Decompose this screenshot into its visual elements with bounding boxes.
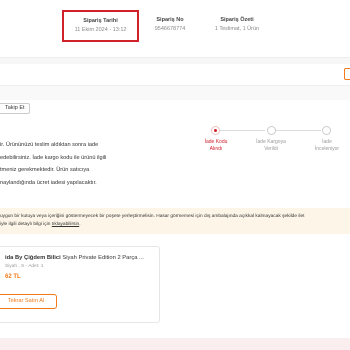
packaging-warning: uygun bir kutuya veya içeriğini gösterme… xyxy=(0,208,350,234)
product-brand: ida By Çiğdem Bilici xyxy=(5,255,61,261)
product-card: ida By Çiğdem Bilici Siyah Private Editi… xyxy=(0,246,160,323)
order-number-value: 9546678774 xyxy=(154,25,186,32)
step-label-shipped: İade Kargoya Verildi xyxy=(256,139,286,152)
bottom-section xyxy=(0,338,350,350)
track-button[interactable]: Takip Et xyxy=(0,103,30,114)
description-line: naylandığında ücret iadesi yapılacaktır. xyxy=(0,179,97,186)
order-date-value: 11 Ekim 2024 - 13:12 xyxy=(74,26,127,33)
progress-connector xyxy=(276,130,321,131)
step-dot xyxy=(322,126,331,135)
warning-line-2: iyle ilgili detaylı bilgi için tıklayabi… xyxy=(0,222,81,227)
return-description: ir. Ürününüzü teslim aldıktan sonra iade… xyxy=(0,139,135,189)
order-date-label: Sipariş Tarihi xyxy=(83,18,118,24)
product-title[interactable]: ida By Çiğdem Bilici Siyah Private Editi… xyxy=(5,254,144,262)
step-dot-active xyxy=(211,126,220,135)
order-number: Sipariş No 9546678774 xyxy=(144,16,196,33)
progress-connector xyxy=(220,130,265,131)
step-dot xyxy=(267,126,276,135)
order-summary-value: 1 Teslimat, 1 Ürün xyxy=(214,25,260,32)
description-line: tmeniz gerekmektedir. Ürün satıcıya xyxy=(0,167,90,173)
step-label-inspecting: İade İnceleniyor xyxy=(314,139,340,152)
invoice-icon[interactable] xyxy=(344,68,350,80)
action-bar xyxy=(0,64,350,86)
description-line: ir. Ürününüzü teslim aldıktan sonra iade xyxy=(0,142,99,148)
order-number-label: Sipariş No xyxy=(156,17,184,23)
reorder-button[interactable]: Tekrar Satın Al xyxy=(0,294,57,309)
step-label-return-code: İade Kodu Alındı xyxy=(204,139,228,152)
order-date-highlighted: Sipariş Tarihi 11 Ekim 2024 - 13:12 xyxy=(62,10,139,43)
order-header: Sipariş Tarihi 11 Ekim 2024 - 13:12 Sipa… xyxy=(0,0,350,58)
product-price: 62 TL xyxy=(5,274,21,280)
order-summary: Sipariş Özeti 1 Teslimat, 1 Ürün xyxy=(205,16,269,33)
product-name: Siyah Private Edition 2 Parça ... xyxy=(62,255,144,261)
warning-line-1: uygun bir kutuya veya içeriğini gösterme… xyxy=(0,214,305,219)
order-summary-label: Sipariş Özeti xyxy=(220,17,254,23)
section-divider-2 xyxy=(0,86,350,100)
details-link[interactable]: tıklayabilirsin xyxy=(52,222,79,227)
description-line: edebilirsiniz. İade kargo kodu ile ürünü… xyxy=(0,154,107,161)
return-progress: İade Kodu Alındı İade Kargoya Verildi İa… xyxy=(190,126,350,166)
product-variant: Siyah , S - Adet: 1 xyxy=(5,264,44,269)
